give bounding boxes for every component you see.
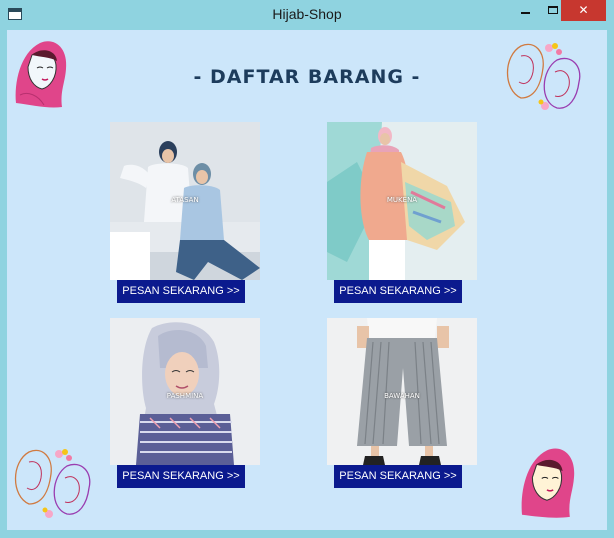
hijab-girl-logo-bottom-right [521, 448, 575, 518]
minimize-button[interactable] [512, 0, 539, 21]
maximize-icon [548, 6, 558, 14]
page-title: - DAFTAR BARANG - [193, 66, 421, 88]
product-name-mukena: MUKENA [386, 196, 418, 204]
order-button-pashmina[interactable]: PESAN SEKARANG >> [117, 465, 245, 488]
title-bar[interactable]: Hijab-Shop ✕ [0, 0, 614, 30]
product-name-bawahan: BAWAHAN [384, 392, 420, 400]
product-photo-atasan[interactable]: ATASAN [110, 122, 260, 280]
hijab-outline-decoration-bottom-left [15, 449, 91, 518]
main-panel: - DAFTAR BARANG - ATASAN PESAN SEKARANG … [7, 30, 607, 530]
order-button-mukena[interactable]: PESAN SEKARANG >> [334, 280, 462, 303]
product-photo-bawahan[interactable]: BAWAHAN [327, 318, 477, 465]
order-button-bawahan[interactable]: PESAN SEKARANG >> [334, 465, 462, 488]
order-button-atasan[interactable]: PESAN SEKARANG >> [117, 280, 245, 303]
product-photo-mukena[interactable]: MUKENA [327, 122, 477, 280]
close-button[interactable]: ✕ [561, 0, 606, 21]
product-photo-pashmina[interactable]: PASHMINA [110, 318, 260, 465]
product-name-atasan: ATASAN [171, 196, 199, 204]
minimize-icon [521, 12, 530, 14]
close-icon: ✕ [578, 3, 589, 17]
product-name-pashmina: PASHMINA [166, 392, 204, 400]
app-window: Hijab-Shop ✕ - DAFTAR BARANG - ATASAN PE… [0, 0, 614, 538]
